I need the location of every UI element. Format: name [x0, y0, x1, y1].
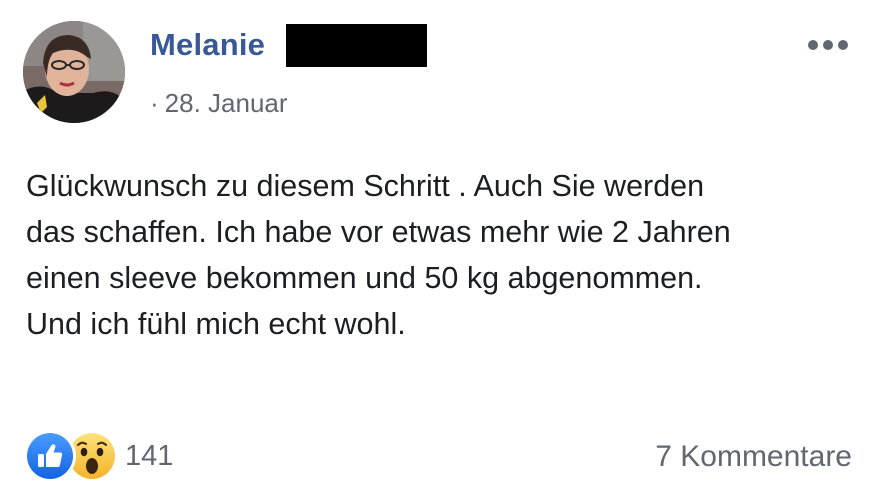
author-name[interactable]: Melanie: [150, 27, 265, 63]
post-body-line: das schaffen. Ich habe vor etwas mehr wi…: [26, 215, 731, 249]
post-body-line: Und ich fühl mich echt wohl.: [26, 307, 406, 341]
redaction-bar: [286, 24, 427, 67]
post-body-line: Glückwunsch zu diesem Schritt . Auch Sie…: [26, 169, 705, 203]
reactions-summary[interactable]: 141: [24, 430, 174, 482]
more-horizontal-icon: [838, 40, 848, 50]
post-body-line: einen sleeve bekommen und 50 kg abgenomm…: [26, 261, 703, 295]
avatar[interactable]: [23, 21, 125, 123]
more-horizontal-icon: [808, 40, 818, 50]
more-options-button[interactable]: [808, 38, 848, 52]
more-horizontal-icon: [823, 40, 833, 50]
avatar-image: [23, 21, 125, 123]
reaction-count: 141: [125, 439, 174, 472]
like-icon: [24, 430, 76, 482]
post-date[interactable]: 28. Januar: [165, 88, 288, 118]
comments-link[interactable]: 7 Kommentare: [655, 440, 852, 474]
post-meta: · 28. Januar: [150, 88, 288, 119]
post-card: Melanie · 28. Januar Glückwunsch zu diese…: [0, 0, 874, 496]
post-body: Glückwunsch zu diesem Schritt . Auch Sie…: [26, 163, 856, 347]
meta-separator: ·: [150, 88, 159, 118]
